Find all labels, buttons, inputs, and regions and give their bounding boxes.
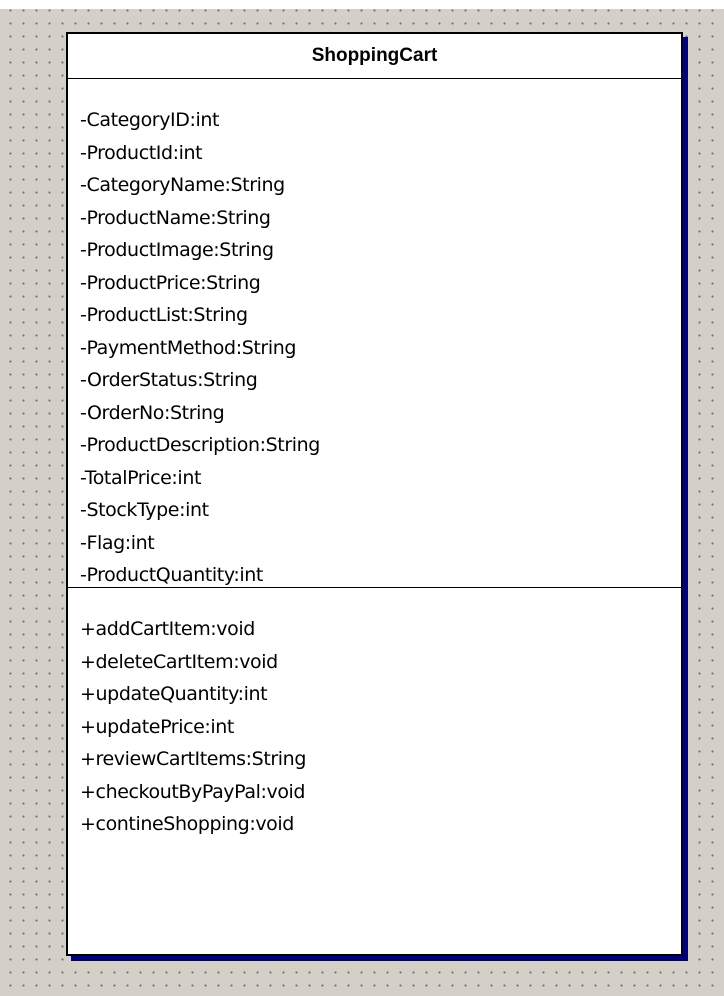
class-name[interactable]: ShoppingCart xyxy=(312,45,438,67)
attribute-product-description[interactable]: -ProductDescription:String xyxy=(80,429,681,462)
attribute-product-price[interactable]: -ProductPrice:String xyxy=(80,267,681,300)
attribute-order-status[interactable]: -OrderStatus:String xyxy=(80,364,681,397)
attribute-product-id[interactable]: -ProductId:int xyxy=(80,137,681,170)
attribute-total-price[interactable]: -TotalPrice:int xyxy=(80,462,681,495)
operation-review-cart-items[interactable]: +reviewCartItems:String xyxy=(80,743,681,776)
attribute-flag[interactable]: -Flag:int xyxy=(80,527,681,560)
operation-checkout-by-pay-pal[interactable]: +checkoutByPayPal:void xyxy=(80,776,681,809)
attributes-compartment[interactable]: -CategoryID:int -ProductId:int -CategoryNa… xyxy=(68,79,681,588)
attribute-product-list[interactable]: -ProductList:String xyxy=(80,299,681,332)
attribute-payment-method[interactable]: -PaymentMethod:String xyxy=(80,332,681,365)
attribute-product-image[interactable]: -ProductImage:String xyxy=(80,234,681,267)
attribute-product-quantity[interactable]: -ProductQuantity:int xyxy=(80,559,681,592)
operation-contine-shopping[interactable]: +contineShopping:void xyxy=(80,808,681,841)
attribute-category-id[interactable]: -CategoryID:int xyxy=(80,104,681,137)
canvas-top-edge xyxy=(0,0,724,9)
class-name-compartment: ShoppingCart xyxy=(68,34,681,79)
operation-update-price[interactable]: +updatePrice:int xyxy=(80,711,681,744)
operation-update-quantity[interactable]: +updateQuantity:int xyxy=(80,678,681,711)
attribute-stock-type[interactable]: -StockType:int xyxy=(80,494,681,527)
operation-add-cart-item[interactable]: +addCartItem:void xyxy=(80,613,681,646)
operation-delete-cart-item[interactable]: +deleteCartItem:void xyxy=(80,646,681,679)
uml-class-shoppingcart[interactable]: ShoppingCart -CategoryID:int -ProductId:i… xyxy=(66,32,683,956)
attribute-product-name[interactable]: -ProductName:String xyxy=(80,202,681,235)
attribute-category-name[interactable]: -CategoryName:String xyxy=(80,169,681,202)
attribute-order-no[interactable]: -OrderNo:String xyxy=(80,397,681,430)
operations-compartment[interactable]: +addCartItem:void +deleteCartItem:void +up… xyxy=(68,588,681,841)
